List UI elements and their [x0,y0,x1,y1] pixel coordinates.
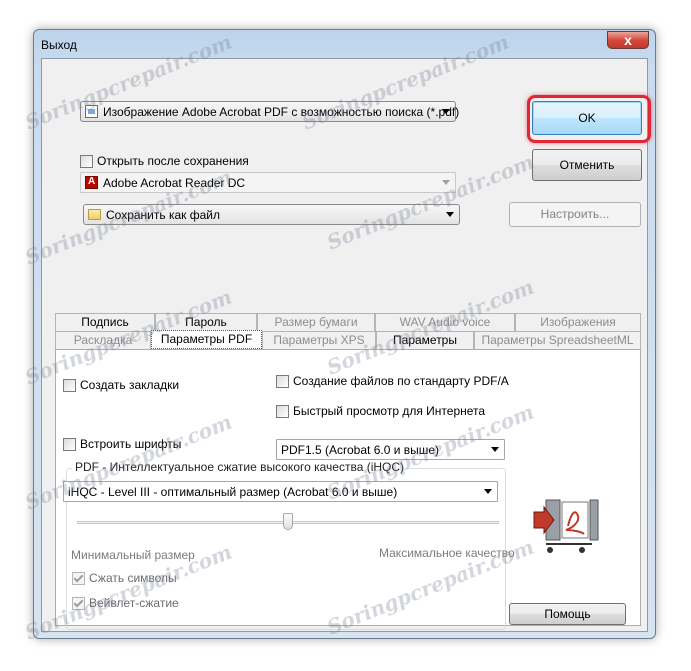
compress-symbols-checkbox[interactable]: Сжать символы [72,571,177,585]
tab-password[interactable]: Пароль [155,313,257,331]
chevron-down-icon [442,180,450,185]
tab-layout[interactable]: Раскладка [55,331,151,349]
help-button[interactable]: Помощь [509,603,626,625]
tab-signature[interactable]: Подпись [55,313,155,331]
create-bookmarks-label: Создать закладки [80,378,180,392]
create-bookmarks-checkbox[interactable]: Создать закладки [63,378,179,392]
embed-fonts-checkbox[interactable]: Встроить шрифты [63,437,181,451]
checkbox-box[interactable] [63,437,76,451]
fast-web-view-label: Быстрый просмотр для Интернета [293,404,486,418]
tab-images[interactable]: Изображения [515,313,641,331]
tab-pdf-options[interactable]: Параметры PDF [151,330,262,349]
ihqc-slider-thumb[interactable] [283,513,293,530]
window-title: Выход [41,38,77,52]
output-format-value: Изображение Adobe Acrobat PDF с возможно… [103,105,460,119]
chevron-down-icon [442,109,450,114]
pdf-version-select[interactable]: PDF1.5 (Acrobat 6.0 и выше) [276,439,505,460]
ihqc-group-label: PDF - Интеллектуальное сжатие высокого к… [72,460,408,474]
save-mode-value: Сохранить как файл [106,208,220,222]
wavelet-compression-checkbox[interactable]: Вейвлет-сжатие [72,596,179,610]
embed-fonts-label: Встроить шрифты [80,437,182,451]
pdfa-checkbox[interactable]: Создание файлов по стандарту PDF/A [276,374,509,388]
chevron-down-icon [491,447,499,452]
acrobat-reader-icon [85,176,98,189]
tab-xps-options[interactable]: Параметры XPS [262,331,376,349]
close-button[interactable]: x [607,31,649,49]
checkbox-box[interactable] [276,404,289,418]
ok-button-highlight [527,95,651,143]
checkbox-box[interactable] [80,154,93,168]
pdf-version-value: PDF1.5 (Acrobat 6.0 и выше) [281,443,440,457]
ihqc-level-value: iHQC - Level III - оптимальный размер (A… [68,485,398,499]
fast-web-view-checkbox[interactable]: Быстрый просмотр для Интернета [276,404,485,418]
pdfa-label: Создание файлов по стандарту PDF/A [293,374,509,388]
output-dialog-window: Выход x Изображение Adobe Acrobat PDF с … [33,29,656,639]
tab-options[interactable]: Параметры [376,331,474,349]
checkbox-box[interactable] [72,571,85,585]
tab-wav-audio-voice[interactable]: WAV Audio voice [375,313,515,331]
chevron-down-icon [446,212,454,217]
wavelet-compression-label: Вейвлет-сжатие [89,596,179,610]
pdf-document-icon [85,105,98,118]
slider-max-label: Максимальное качество [379,546,515,560]
compress-symbols-label: Сжать символы [89,571,177,585]
tab-spreadsheetml-options[interactable]: Параметры SpreadsheetML [474,331,641,349]
checkbox-box[interactable] [276,374,289,388]
folder-icon [88,209,101,220]
chevron-down-icon [484,489,492,494]
open-after-save-label: Открыть после сохранения [97,154,249,168]
open-after-save-checkbox[interactable]: Открыть после сохранения [80,154,249,168]
checkbox-box[interactable] [63,378,76,392]
viewer-app-value: Adobe Acrobat Reader DC [103,176,246,190]
checkbox-box[interactable] [72,596,85,610]
cancel-button[interactable]: Отменить [532,149,642,181]
slider-min-label: Минимальный размер [71,548,195,562]
save-mode-select[interactable]: Сохранить как файл [83,204,460,225]
pdf-compression-icon [532,496,602,556]
configure-button[interactable]: Настроить... [509,202,641,227]
tab-paper-size[interactable]: Размер бумаги [257,313,375,331]
dialog-client-area: Изображение Adobe Acrobat PDF с возможно… [41,58,651,632]
output-format-select[interactable]: Изображение Adobe Acrobat PDF с возможно… [80,101,460,122]
ihqc-level-select[interactable]: iHQC - Level III - оптимальный размер (A… [63,481,498,502]
viewer-app-select[interactable]: Adobe Acrobat Reader DC [80,172,456,193]
